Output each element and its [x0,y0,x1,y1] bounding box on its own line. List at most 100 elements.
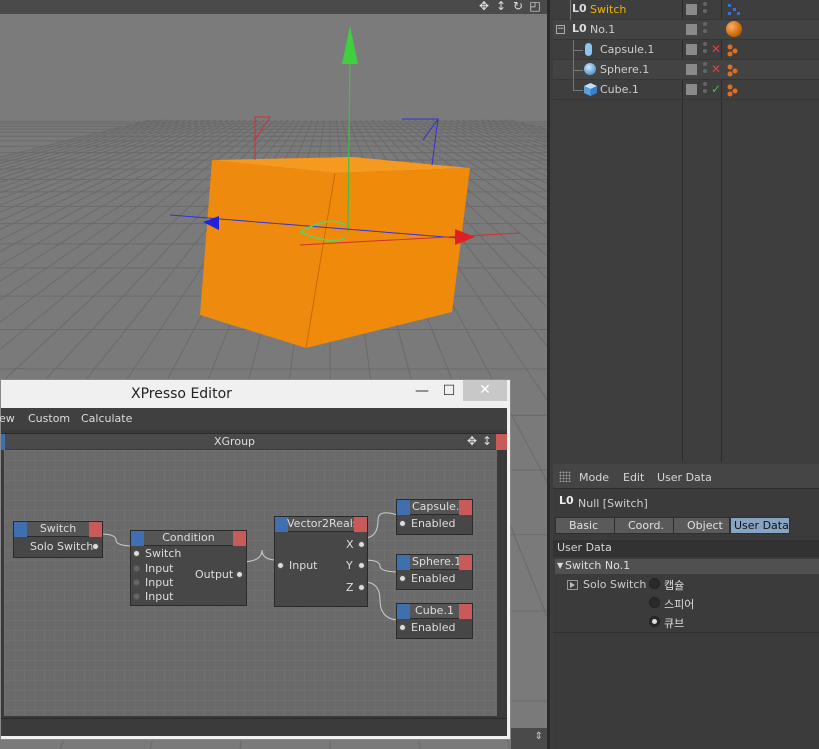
output-port-dot[interactable] [92,543,99,550]
cube-node[interactable]: Cube.1 Enabled [396,603,473,639]
minimize-button[interactable]: — [411,381,433,403]
visibility-dots-icon[interactable] [703,22,707,36]
output-tab[interactable] [89,522,102,537]
object-row-capsule[interactable]: Capsule.1 ✕ [553,40,819,60]
radio-label: 캡슐 [664,579,685,592]
input-port-dot[interactable] [399,575,406,582]
tab-user-data[interactable]: User Data [730,517,790,534]
radio-button[interactable] [649,597,660,608]
input-tab[interactable] [397,604,410,619]
vector2reals-node[interactable]: Vector2Reals Input X Y Z [274,516,368,607]
input-port-dot[interactable] [399,624,406,631]
material-sphere-icon[interactable] [726,21,742,37]
radio-button[interactable] [649,578,660,589]
radio-option-cube[interactable]: 큐브 [649,614,769,630]
layer-check-icon[interactable] [686,64,697,75]
xpresso-content: ew Custom Calculate XGroup ✥ ↕ Switch So… [0,408,507,736]
output-port-dot[interactable] [358,562,365,569]
output-tab[interactable] [459,500,472,515]
node-header[interactable]: Cube.1 [397,604,472,619]
radio-button-selected[interactable] [649,616,660,627]
node-canvas[interactable]: Switch Solo Switch Condition Switch Inpu… [4,450,497,716]
material-tag-icon[interactable] [726,43,740,57]
visibility-dots-icon[interactable] [703,2,707,16]
menu-view[interactable]: ew [0,412,15,425]
input-port-dot[interactable] [133,550,140,557]
layer-check-icon[interactable] [686,4,697,15]
maximize-view-icon[interactable]: ◰ [528,0,542,13]
capsule-node[interactable]: Capsule.1 Enabled [396,499,473,535]
input-tab[interactable] [14,522,27,537]
object-row-cube[interactable]: Cube.1 ✓ [553,80,819,100]
layer-check-icon[interactable] [686,44,697,55]
zoom-icon[interactable]: ↕ [482,434,492,448]
tab-object[interactable]: Object [673,517,730,534]
menu-edit[interactable]: Edit [623,471,644,484]
group-switch-no1[interactable]: ▼ Switch No.1 [555,559,819,574]
object-row-switch[interactable]: L0 Switch [553,0,819,20]
collapse-icon[interactable]: − [556,25,565,34]
menu-calculate[interactable]: Calculate [81,412,132,425]
input-port-dot[interactable] [399,520,406,527]
close-button[interactable]: ✕ [463,380,507,401]
output-tab[interactable] [354,517,367,532]
disabled-mark-icon[interactable]: ✕ [711,62,721,76]
input-port-dot[interactable] [133,579,140,586]
visibility-dots-icon[interactable] [703,82,707,96]
rotate-icon[interactable]: ↻ [511,0,525,13]
right-panel: L0 Switch − L0 No.1 Capsule.1 ✕ Sphere.1… [547,0,819,749]
disabled-mark-icon[interactable]: ✕ [711,42,721,56]
xgroup-header[interactable]: XGroup ✥ ↕ [1,433,507,450]
maximize-button[interactable]: ☐ [438,381,460,403]
viewport-toolbar: ✥ ↕ ↻ ◰ [0,0,547,14]
output-port-dot[interactable] [358,584,365,591]
input-port-dot[interactable] [133,593,140,600]
animation-key-icon[interactable] [567,580,578,590]
output-port-dot[interactable] [236,571,243,578]
grip-icon[interactable] [559,471,571,482]
pan-icon[interactable]: ✥ [477,0,491,13]
condition-node[interactable]: Condition Switch Input Input Input Outpu… [130,530,247,606]
layer-check-icon[interactable] [686,24,697,35]
menu-user-data[interactable]: User Data [657,471,712,484]
visibility-dots-icon[interactable] [703,42,707,56]
node-header[interactable]: Vector2Reals [275,517,367,532]
pan-icon[interactable]: ✥ [467,434,477,448]
object-manager[interactable]: L0 Switch − L0 No.1 Capsule.1 ✕ Sphere.1… [553,0,819,462]
xgroup-output-tab[interactable] [496,434,507,450]
node-header[interactable]: Condition [131,531,246,546]
menu-custom[interactable]: Custom [28,412,70,425]
material-tag-icon[interactable] [726,63,740,77]
output-tab[interactable] [459,604,472,619]
sphere-node[interactable]: Sphere.1 Enabled [396,554,473,590]
tab-coord[interactable]: Coord. [614,517,674,534]
input-tab[interactable] [131,531,144,546]
layer-check-icon[interactable] [686,84,697,95]
object-row-no1[interactable]: − L0 No.1 [553,20,819,40]
radio-option-capsule[interactable]: 캡슐 [649,576,769,592]
input-tab[interactable] [397,500,410,515]
input-tab[interactable] [397,555,410,570]
input-port-dot[interactable] [277,562,284,569]
switch-node[interactable]: Switch Solo Switch [13,521,103,558]
output-tab[interactable] [233,531,246,546]
zoom-icon[interactable]: ↕ [494,0,508,13]
input-port-dot[interactable] [133,565,140,572]
scroll-arrows-icon[interactable]: ⇕ [511,728,547,749]
node-header[interactable]: Switch [14,522,102,537]
xgroup-input-tab[interactable] [1,434,5,450]
node-title: Switch [39,522,77,535]
object-row-sphere[interactable]: Sphere.1 ✕ [553,60,819,80]
tree-line [570,0,571,20]
enabled-check-icon[interactable]: ✓ [711,82,721,96]
node-header[interactable]: Capsule.1 [397,500,472,515]
material-tag-icon[interactable] [726,83,740,97]
radio-option-sphere[interactable]: 스피어 [649,595,769,611]
visibility-dots-icon[interactable] [703,62,707,76]
menu-mode[interactable]: Mode [579,471,609,484]
output-tab[interactable] [459,555,472,570]
xpresso-editor-window[interactable]: XPresso Editor — ☐ ✕ ew Custom Calculate… [0,379,511,740]
xpresso-tag-icon[interactable] [726,2,742,18]
node-header[interactable]: Sphere.1 [397,555,472,570]
output-port-dot[interactable] [358,541,365,548]
